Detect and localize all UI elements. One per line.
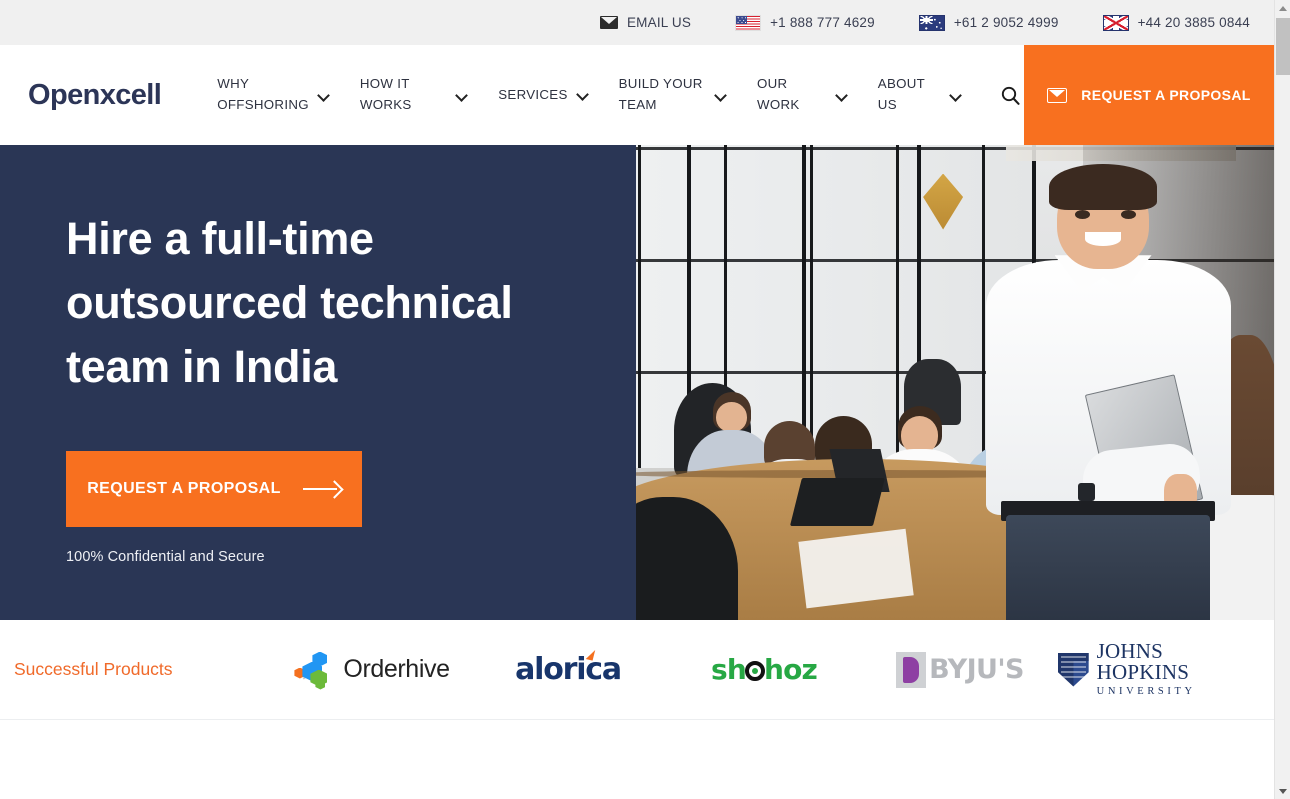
top-contact-bar: EMAIL US +1 888 777 4629 +61 2 9052 4999… [0,0,1274,45]
brand-logo-johns-hopkins[interactable]: JOHNS HOPKINS UNIVERSITY [1058,641,1254,698]
nav-item-our-work[interactable]: OUR WORK [757,74,848,115]
alorica-label: alorica [515,648,622,687]
office-team-meeting-photo [636,145,1274,620]
johns-hopkins-sublabel: UNIVERSITY [1096,686,1196,698]
chevron-down-icon [716,90,727,101]
site-header: Openxcell WHY OFFSHORING HOW IT WORKS SE… [0,45,1274,145]
nav-label: HOW IT WORKS [359,76,412,112]
browser-page: EMAIL US +1 888 777 4629 +61 2 9052 4999… [0,0,1290,799]
byjus-icon [896,651,927,688]
hero-content: Hire a full-time outsourced technical te… [0,145,636,620]
nav-label: ABOUT US [877,76,925,112]
foreground-person [981,164,1236,620]
nav-label: WHY OFFSHORING [217,76,309,112]
arrow-right-icon [302,482,341,496]
nav-label: SERVICES [498,86,568,102]
nav-item-about-us[interactable]: ABOUT US [878,74,962,115]
nav-item-how-it-works[interactable]: HOW IT WORKS [360,74,468,115]
chevron-down-icon [578,89,589,100]
header-request-proposal-button[interactable]: REQUEST A PROPOSAL [1024,45,1274,145]
nav-label: BUILD YOUR TEAM [618,76,703,112]
shohoz-label: sh hoz [710,653,818,686]
chevron-down-icon [951,90,962,101]
orderhive-label: Orderhive [343,655,450,683]
hero-section: Hire a full-time outsourced technical te… [0,145,1274,620]
phone-au[interactable]: +61 2 9052 4999 [918,14,1059,31]
successful-products-label: Successful Products [14,659,173,679]
au-flag-icon [918,14,945,31]
brand-logo-orderhive[interactable]: Orderhive [274,650,470,690]
brand-logo-byjus[interactable]: BYJU'S [862,651,1058,688]
johns-hopkins-shield-icon [1058,652,1089,687]
page-title: Hire a full-time outsourced technical te… [66,213,513,392]
scrollbar-thumb[interactable] [1276,18,1290,75]
page-viewport: EMAIL US +1 888 777 4629 +61 2 9052 4999… [0,0,1274,799]
shohoz-ring-icon [744,661,765,681]
client-logo-strip: Successful Products Orderhive alorica sh… [0,620,1274,720]
envelope-icon [599,16,618,29]
main-navigation: WHY OFFSHORING HOW IT WORKS SERVICES BUI… [161,45,1024,145]
site-logo[interactable]: Openxcell [0,45,162,145]
brand-logo-shohoz[interactable]: sh hoz [666,653,862,686]
uk-flag-icon [1102,14,1129,31]
phone-us[interactable]: +1 888 777 4629 [735,14,875,31]
us-flag-icon [735,14,762,31]
brand-logo-alorica[interactable]: alorica [470,648,666,687]
orderhive-icon [294,650,334,690]
nav-label: OUR WORK [757,76,800,112]
phone-au-number: +61 2 9052 4999 [953,15,1059,30]
phone-us-number: +1 888 777 4629 [770,15,875,30]
nav-item-why-offshoring[interactable]: WHY OFFSHORING [217,74,330,115]
header-cta-label: REQUEST A PROPOSAL [1081,87,1251,103]
byjus-label: BYJU'S [929,654,1024,685]
vertical-scrollbar[interactable] [1274,0,1290,799]
scroll-down-arrow-icon[interactable] [1275,783,1290,799]
johns-hopkins-label: JOHNS HOPKINS [1096,639,1190,685]
chevron-down-icon [319,90,330,101]
phone-uk-number: +44 20 3885 0844 [1137,15,1250,30]
nav-item-build-your-team[interactable]: BUILD YOUR TEAM [619,74,727,115]
email-us-label: EMAIL US [626,15,692,30]
envelope-icon [1047,87,1068,103]
search-icon[interactable] [996,80,1024,110]
hero-image [636,145,1274,620]
chevron-down-icon [457,90,468,101]
page-bottom-whitespace [0,720,1274,799]
hero-request-proposal-button[interactable]: REQUEST A PROPOSAL [66,450,362,527]
hero-confidential-note: 100% Confidential and Secure [66,548,265,565]
phone-uk[interactable]: +44 20 3885 0844 [1102,14,1250,31]
hero-cta-label: REQUEST A PROPOSAL [87,479,281,497]
scroll-up-arrow-icon[interactable] [1275,0,1290,16]
chevron-down-icon [837,90,848,101]
email-us-link[interactable]: EMAIL US [599,15,692,30]
nav-item-services[interactable]: SERVICES [498,85,588,106]
